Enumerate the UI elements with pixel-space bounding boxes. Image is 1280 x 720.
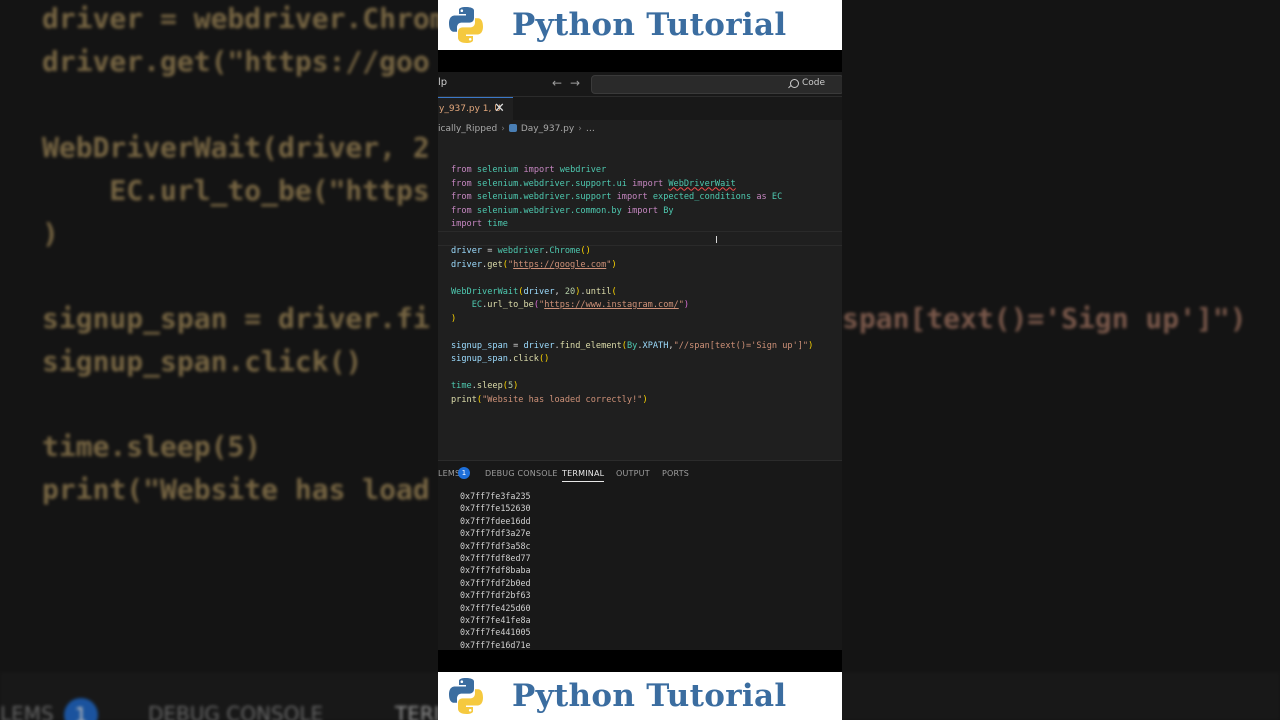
code-line: signup_span = driver.find_element(By.XPA… xyxy=(451,340,814,351)
top-banner: Python Tutorial xyxy=(438,0,842,50)
breadcrumb-more[interactable]: … xyxy=(586,124,595,134)
bg-panel-item: DEBUG CONSOLE xyxy=(148,702,324,720)
terminal-output[interactable]: 0x7ff7fe3fa235 0x7ff7fe152630 0x7ff7fdee… xyxy=(460,490,531,650)
code-line: EC.url_to_be("https://www.instagram.com/… xyxy=(471,300,690,310)
close-icon[interactable]: ✕ xyxy=(494,101,505,116)
forward-arrow-icon[interactable]: → xyxy=(570,76,580,90)
bg-panel-badge: 1 xyxy=(64,698,98,720)
code-line: time.sleep(5) xyxy=(451,381,519,391)
code-line: ) xyxy=(451,313,457,324)
code-line: from selenium.webdriver.support.ui impor… xyxy=(451,178,736,189)
terminal-line: 0x7ff7fdf2bf63 xyxy=(460,590,531,601)
editor-tab-bar: y_937.py 1, U ✕ xyxy=(438,97,842,121)
terminal-line: 0x7ff7fe425d60 xyxy=(460,602,531,613)
banner-title: Python Tutorial xyxy=(512,678,787,714)
tab-output[interactable]: OUTPUT xyxy=(616,469,650,478)
banner-title: Python Tutorial xyxy=(512,7,787,43)
code-line: from selenium.webdriver.common.by import… xyxy=(451,205,674,216)
search-icon xyxy=(790,79,799,88)
code-line: signup_span.click() xyxy=(451,354,550,364)
bg-panel-item: TERI xyxy=(395,702,440,720)
python-logo-icon xyxy=(449,678,483,714)
tab-debug-console[interactable]: DEBUG CONSOLE xyxy=(485,469,558,478)
terminal-line: 0x7ff7fe152630 xyxy=(460,503,531,514)
bg-code-line: EC.url_to_be("https xyxy=(42,174,430,207)
code-line: from selenium import webdriver xyxy=(451,165,607,175)
bg-code-line: time.sleep(5) xyxy=(42,430,262,463)
video-frame: Python Tutorial lp ← → Code y_937.py 1, … xyxy=(438,0,842,720)
bg-code-line: WebDriverWait(driver, 2 xyxy=(42,131,430,164)
code-line: import time xyxy=(451,219,508,229)
title-bar-text: lp xyxy=(438,77,448,88)
bg-code-fragment: span[text()='Sign up']") xyxy=(842,302,1247,335)
terminal-line: 0x7ff7fdf3a27e xyxy=(460,528,531,539)
problems-count-badge: 1 xyxy=(458,467,470,479)
breadcrumb-folder[interactable]: ically_Ripped xyxy=(438,124,497,134)
title-bar: lp ← → Code xyxy=(438,72,842,97)
python-logo-icon xyxy=(449,7,483,43)
vscode-window: lp ← → Code y_937.py 1, U ✕ ically_Rippe… xyxy=(438,72,842,650)
back-arrow-icon[interactable]: ← xyxy=(552,76,562,90)
search-label: Code xyxy=(802,78,826,88)
code-line: driver = webdriver.Chrome() xyxy=(451,246,591,256)
bg-panel-item: LEMS xyxy=(0,702,54,720)
tab-ports[interactable]: PORTS xyxy=(662,469,689,478)
bottom-panel: LEMS 1 DEBUG CONSOLE TERMINAL OUTPUT POR… xyxy=(438,460,842,650)
breadcrumb-separator: › xyxy=(578,124,582,134)
command-center-search[interactable]: Code xyxy=(591,75,842,94)
terminal-line: 0x7ff7fdf3a58c xyxy=(460,540,531,551)
code-line: driver.get("https://google.com") xyxy=(451,259,617,270)
code-line: from selenium.webdriver.support import e… xyxy=(451,192,783,202)
bg-code-line: driver.get("https://goo xyxy=(42,45,430,78)
breadcrumb: ically_Ripped › Day_937.py › … xyxy=(438,124,595,134)
python-file-icon xyxy=(508,124,517,132)
tab-day-937[interactable]: y_937.py 1, U ✕ xyxy=(438,97,513,121)
terminal-line: 0x7ff7fdee16dd xyxy=(460,515,531,526)
terminal-line: 0x7ff7fe441005 xyxy=(460,627,531,638)
bg-code-line: ) xyxy=(42,217,59,250)
breadcrumb-separator: › xyxy=(501,124,505,134)
code-line: WebDriverWait(driver, 20).until( xyxy=(451,286,617,297)
tab-problems[interactable]: LEMS xyxy=(438,469,460,478)
bg-code-line: print("Website has load xyxy=(42,473,430,506)
code-line: print("Website has loaded correctly!") xyxy=(451,394,648,405)
bottom-banner: Python Tutorial xyxy=(438,672,842,720)
code-editor[interactable]: from selenium import webdriver from sele… xyxy=(451,164,842,407)
bg-code-line: signup_span.click() xyxy=(42,345,363,378)
terminal-line: 0x7ff7fe3fa235 xyxy=(460,491,531,501)
terminal-line: 0x7ff7fdf8baba xyxy=(460,565,531,576)
terminal-line: 0x7ff7fdf2b0ed xyxy=(460,577,531,588)
breadcrumb-file[interactable]: Day_937.py xyxy=(521,124,574,134)
terminal-line: 0x7ff7fe41fe8a xyxy=(460,615,531,626)
bg-code-line: driver = webdriver.Chrome xyxy=(42,2,464,35)
tab-terminal[interactable]: TERMINAL xyxy=(562,469,605,482)
terminal-line: 0x7ff7fe16d71e xyxy=(460,639,531,650)
tab-label: y_937.py 1, U xyxy=(439,104,501,114)
terminal-line: 0x7ff7fdf8ed77 xyxy=(460,553,531,564)
bg-code-line: signup_span = driver.fi xyxy=(42,302,430,335)
